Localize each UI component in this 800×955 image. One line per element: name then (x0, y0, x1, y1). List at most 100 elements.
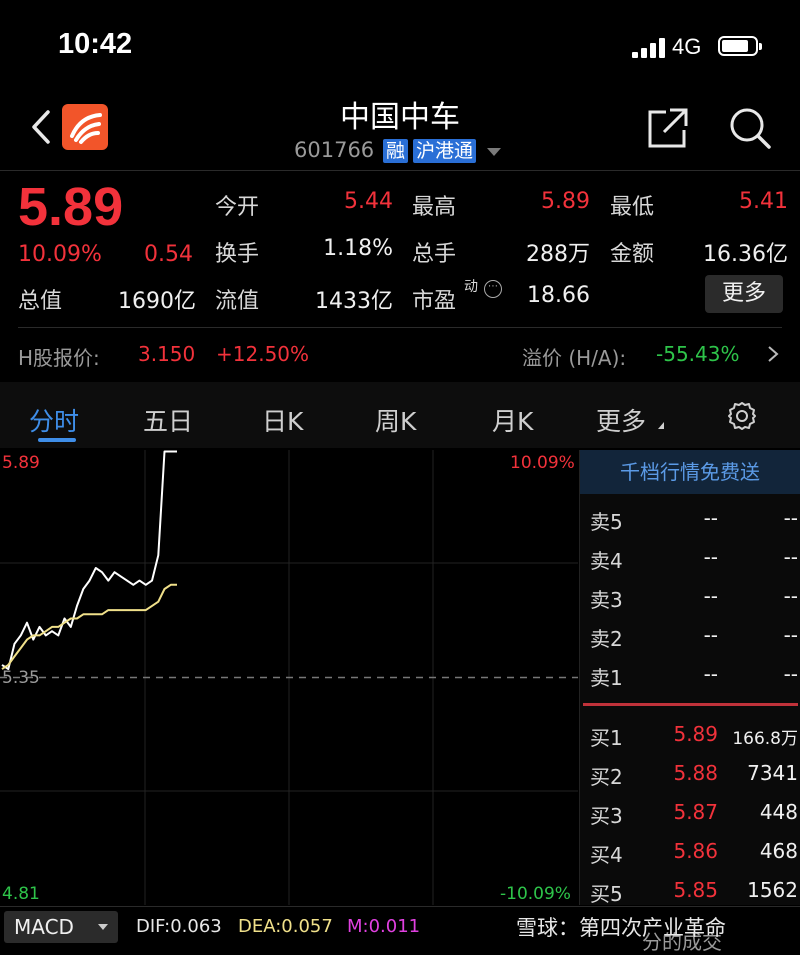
stat-value: 288万 (526, 242, 590, 267)
tab-five-day[interactable]: 五日 (143, 402, 193, 438)
h-share-price: 3.150 (138, 342, 196, 366)
bid-price: 5.87 (673, 800, 718, 824)
stat-label: 总值 (18, 289, 63, 314)
bid-label: 买2 (590, 765, 623, 789)
y-axis-top-label: 5.89 (2, 453, 40, 473)
bid-row: 买3 5.87 448 (590, 800, 798, 830)
stat-label: 最高 (412, 195, 457, 220)
bid-price: 5.89 (673, 722, 718, 746)
stat-label: 市盈 (412, 289, 457, 314)
macd-m: M:0.011 (347, 916, 421, 937)
h-share-change: +12.50% (216, 342, 310, 366)
ask-volume: -- (783, 662, 798, 686)
divider (18, 327, 782, 328)
y-axis-right-bottom-label: -10.09% (500, 884, 571, 904)
change-amount: 0.54 (144, 242, 193, 267)
status-time: 10:42 (58, 28, 133, 60)
intraday-chart[interactable] (0, 450, 578, 905)
ask-price: -- (703, 623, 718, 647)
bid-price: 5.85 (673, 878, 718, 902)
ask-price: -- (703, 662, 718, 686)
ask-label: 卖1 (590, 666, 623, 690)
order-book-promo[interactable]: 千档行情免费送 (580, 450, 800, 494)
y-axis-right-top-label: 10.09% (510, 453, 575, 473)
ask-row: 卖2 -- -- (590, 623, 798, 653)
stat-label: 金额 (610, 242, 655, 267)
search-icon[interactable] (728, 106, 772, 150)
bid-price: 5.88 (673, 761, 718, 785)
bid-volume: 448 (759, 800, 798, 824)
stat-label: 今开 (215, 195, 260, 220)
stat-label: 流值 (215, 289, 260, 314)
last-price: 5.89 (18, 177, 124, 237)
signal-icon (632, 38, 668, 58)
bid-row: 买1 5.89 166.8万 (590, 722, 798, 752)
gear-icon[interactable] (726, 400, 758, 432)
premium-value[interactable]: -55.43% (656, 342, 739, 366)
ask-label: 卖4 (590, 549, 623, 573)
tab-weekly-k[interactable]: 周K (375, 402, 416, 438)
bid-label: 买3 (590, 804, 623, 828)
watermark: 雪球：第四次产业革命 (516, 916, 726, 940)
ask-price: -- (703, 506, 718, 530)
y-axis-mid-label: 5.35 (2, 668, 40, 688)
connect-tag: 沪港通 (413, 139, 477, 163)
stat-value: 5.41 (739, 189, 788, 214)
bid-volume: 1562 (747, 878, 798, 902)
stat-value: 5.89 (541, 189, 590, 214)
y-axis-bottom-label: 4.81 (2, 884, 40, 904)
change-percent: 10.09% (18, 242, 102, 267)
battery-icon (718, 36, 762, 56)
macd-dea: DEA:0.057 (238, 916, 333, 937)
stat-label: 总手 (412, 242, 457, 267)
ask-label: 卖3 (590, 588, 623, 612)
bid-volume: 166.8万 (732, 729, 798, 749)
active-tab-indicator (38, 438, 76, 442)
bid-row: 买4 5.86 468 (590, 839, 798, 869)
ask-volume: -- (783, 584, 798, 608)
bid-volume: 468 (759, 839, 798, 863)
price-line (1, 450, 177, 671)
stat-value: 18.66 (527, 283, 590, 308)
bid-label: 买4 (590, 843, 623, 867)
tab-daily-k[interactable]: 日K (262, 402, 303, 438)
chevron-right-icon[interactable] (766, 344, 780, 364)
bid-ask-divider (583, 703, 798, 706)
bid-price: 5.86 (673, 839, 718, 863)
premium-label[interactable]: 溢价 (H/A): (522, 342, 626, 371)
tab-monthly-k[interactable]: 月K (492, 402, 533, 438)
ask-row: 卖4 -- -- (590, 545, 798, 575)
chevron-down-icon[interactable] (98, 924, 108, 930)
macd-dif: DIF:0.063 (136, 916, 222, 937)
ask-row: 卖5 -- -- (590, 506, 798, 536)
tab-intraday[interactable]: 分时 (29, 402, 79, 438)
bid-row: 买5 5.85 1562 (590, 878, 798, 908)
h-share-label: H股报价: (18, 346, 100, 370)
more-button[interactable]: 更多 (705, 275, 783, 313)
ask-label: 卖5 (590, 510, 623, 534)
divider (0, 906, 800, 907)
stat-value: 1690亿 (118, 289, 196, 314)
network-type: 4G (672, 34, 702, 59)
stat-value: 1433亿 (315, 289, 393, 314)
tab-more[interactable]: 更多 (596, 402, 646, 438)
share-icon[interactable] (646, 106, 690, 150)
stat-label: 最低 (610, 195, 655, 220)
divider (0, 170, 800, 171)
margin-tag: 融 (383, 139, 409, 163)
bid-label: 买5 (590, 882, 623, 906)
bid-row: 买2 5.88 7341 (590, 761, 798, 791)
bid-volume: 7341 (747, 761, 798, 785)
bid-label: 买1 (590, 726, 623, 750)
chevron-down-icon[interactable] (487, 148, 501, 156)
more-corner-icon (658, 422, 664, 429)
stock-code: 601766 (294, 138, 375, 162)
ask-price: -- (703, 584, 718, 608)
ask-volume: -- (783, 623, 798, 647)
ask-label: 卖2 (590, 627, 623, 651)
stat-label: 换手 (215, 242, 260, 267)
ask-volume: -- (783, 506, 798, 530)
ask-row: 卖1 -- -- (590, 662, 798, 692)
ask-row: 卖3 -- -- (590, 584, 798, 614)
stat-value: 1.18% (323, 236, 393, 261)
